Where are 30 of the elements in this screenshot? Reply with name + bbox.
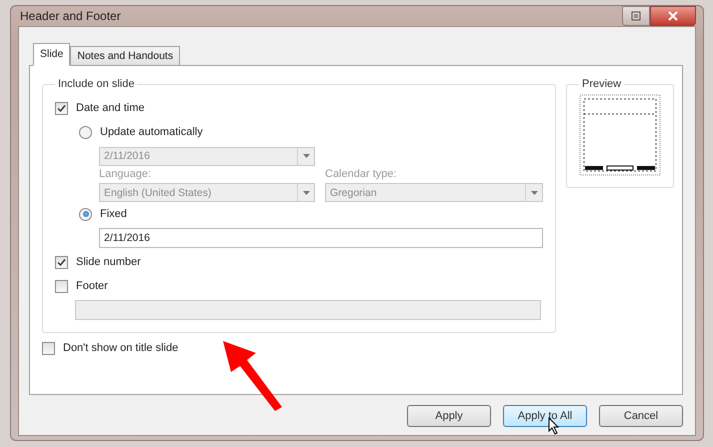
caret-icon [302,154,310,158]
radio-button[interactable] [79,208,92,220]
checkbox-label: Date and time [76,102,144,114]
dialog-button[interactable]: Apply to All [503,405,587,427]
radio-button[interactable] [79,126,92,138]
group-title: Preview [581,78,622,90]
checkbox[interactable] [55,280,68,292]
close-button[interactable] [650,6,696,26]
window-title: Header and Footer [19,9,121,23]
checkbox[interactable] [55,256,68,268]
close-icon [668,11,678,21]
field-label: Calendar type: [325,168,398,180]
date-field[interactable]: 2/11/2016 [99,228,543,248]
checkbox-label: Footer [76,280,108,292]
checkbox[interactable] [55,102,68,114]
group-title: Include on slide [57,78,136,90]
checkbox[interactable] [42,342,55,354]
tab[interactable]: Slide [33,43,70,66]
dialog-button[interactable]: Apply [407,405,491,427]
tab[interactable]: Notes and Handouts [70,46,180,66]
caret-icon [530,190,538,194]
dialog-button[interactable]: Cancel [599,405,683,427]
caret-icon [302,190,310,194]
radio-label: Update automatically [100,126,203,138]
window-icon [631,11,641,21]
checkbox-label: Slide number [76,256,141,268]
field-label: Language: [99,168,152,180]
radio-label: Fixed [100,208,127,220]
help-button[interactable] [622,6,650,26]
checkbox-label: Don't show on title slide [63,342,178,354]
